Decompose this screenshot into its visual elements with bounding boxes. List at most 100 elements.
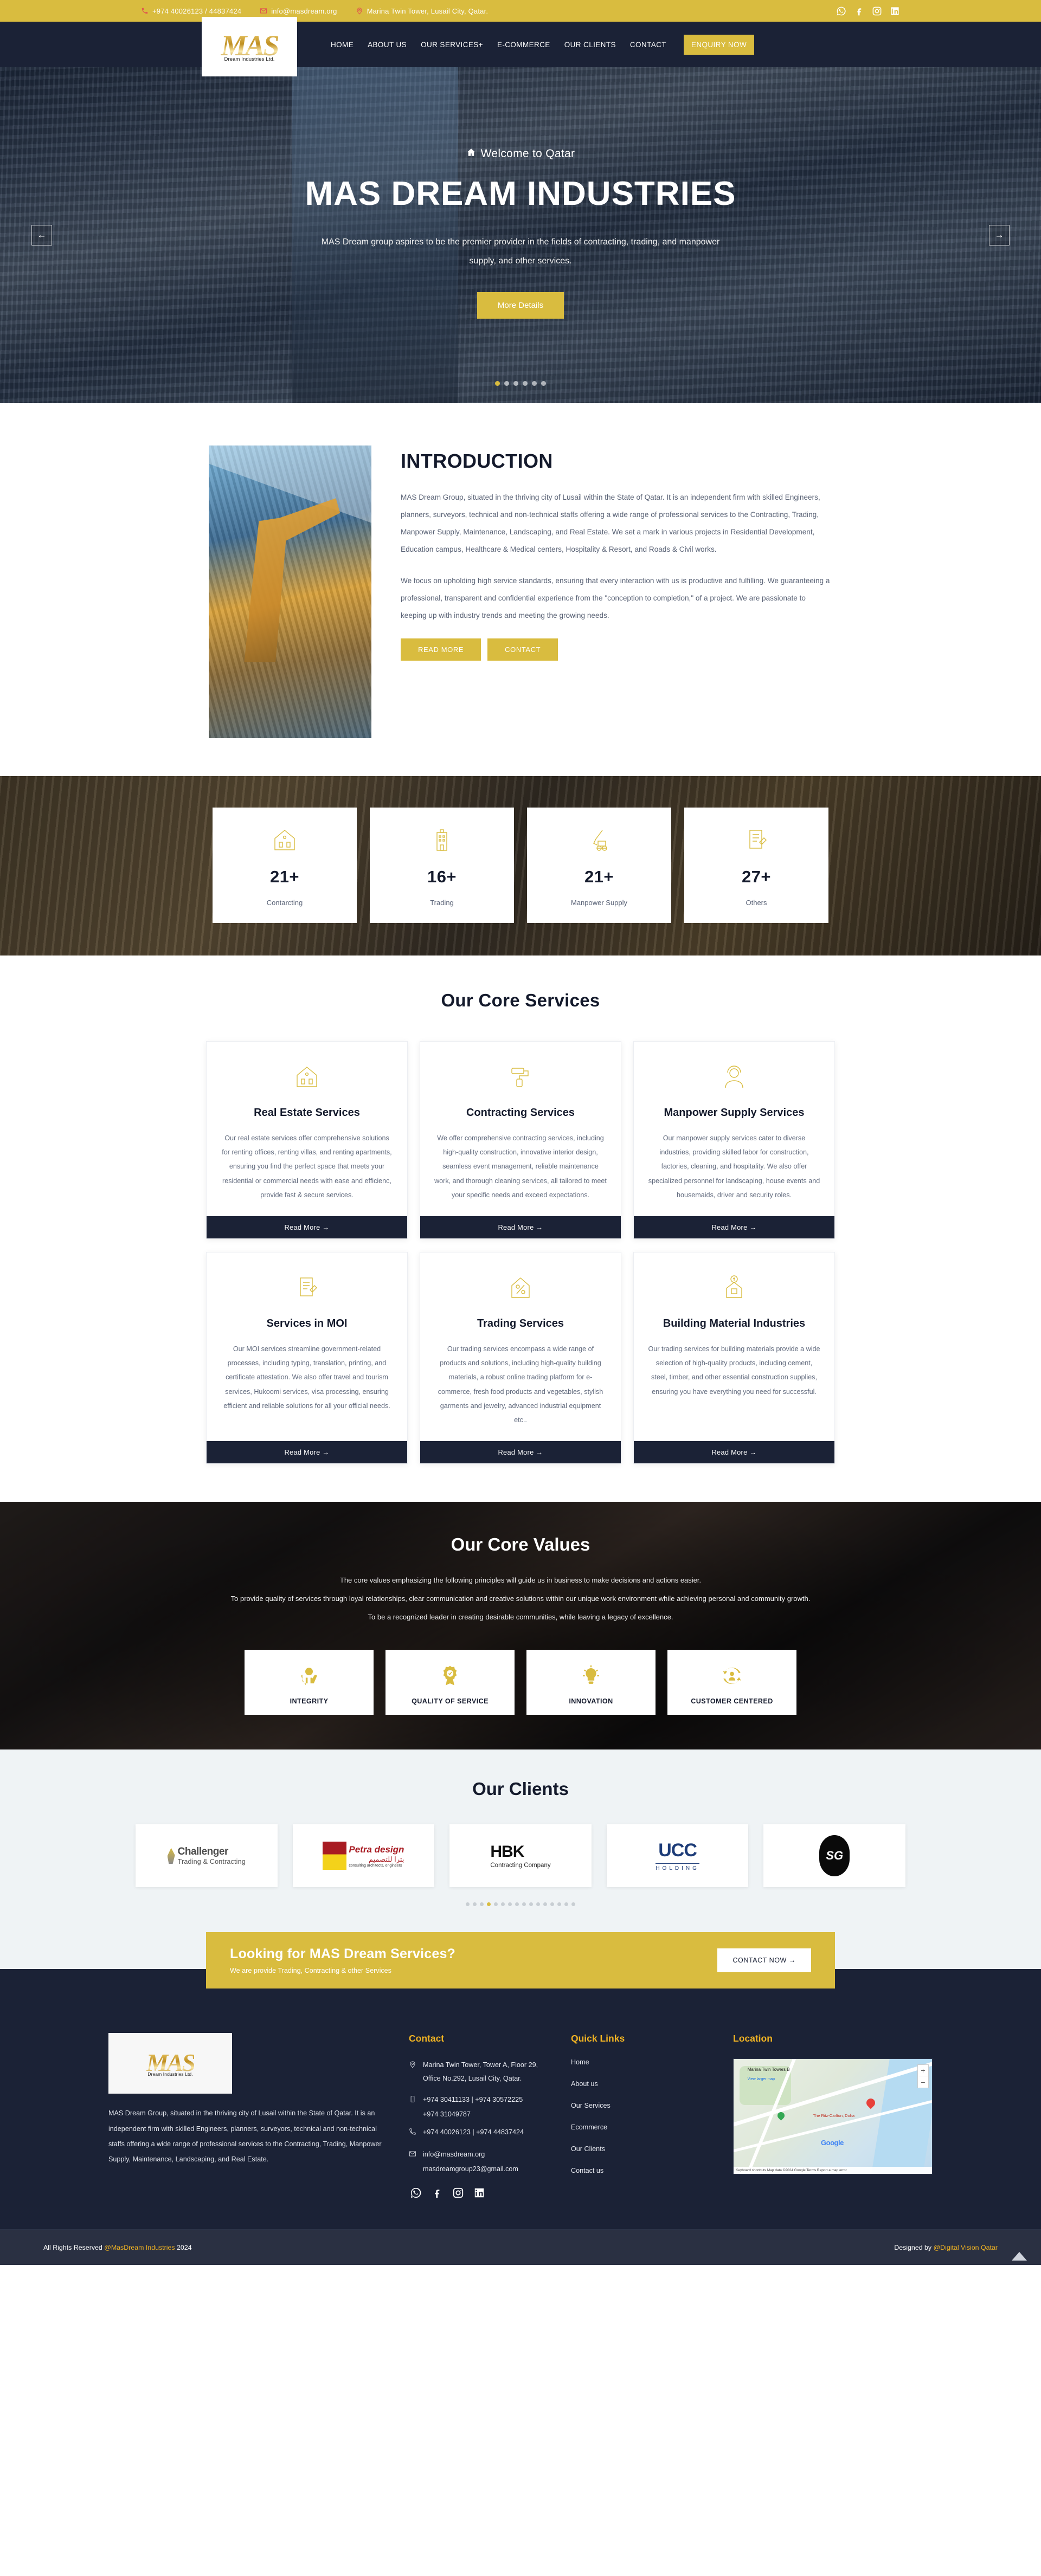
hero-subtitle: MAS Dream group aspires to be the premie… bbox=[321, 237, 720, 266]
contact-button[interactable]: CONTACT bbox=[487, 638, 558, 661]
google-logo: Google bbox=[821, 2138, 844, 2147]
copyright-text: All Rights Reserved @MasDream Industries… bbox=[43, 2244, 192, 2251]
client-dot[interactable] bbox=[536, 1902, 540, 1907]
hero-more-details-button[interactable]: More Details bbox=[477, 292, 564, 319]
hero-dot[interactable] bbox=[541, 381, 546, 386]
footer-mobile-text: +974 30411133 | +974 30572225 bbox=[423, 2095, 523, 2103]
clients-pagination-dots[interactable] bbox=[0, 1902, 1041, 1907]
client-sub: HOLDING bbox=[656, 1863, 699, 1871]
map-zoom-out-button[interactable]: − bbox=[918, 2076, 928, 2088]
hero-dot[interactable] bbox=[504, 381, 509, 386]
main-navigation: MAS Dream Industries Ltd. HOME ABOUT US … bbox=[0, 17, 1041, 76]
copyright-year: 2024 bbox=[175, 2243, 192, 2251]
map-zoom-controls[interactable]: + − bbox=[917, 2064, 929, 2089]
client-dot[interactable] bbox=[501, 1902, 505, 1907]
client-dot[interactable] bbox=[487, 1902, 491, 1907]
linkedin-icon[interactable] bbox=[890, 6, 900, 16]
nav-item-home[interactable]: HOME bbox=[331, 41, 354, 49]
client-dot[interactable] bbox=[494, 1902, 498, 1907]
client-dot[interactable] bbox=[473, 1902, 477, 1907]
designed-by-prefix: Designed by bbox=[894, 2243, 934, 2251]
hero-pagination-dots[interactable] bbox=[0, 381, 1041, 386]
footer-link-home[interactable]: Home bbox=[571, 2058, 715, 2066]
client-dot[interactable] bbox=[550, 1902, 554, 1907]
service-title: Services in MOI bbox=[266, 1317, 348, 1329]
client-logo-challenger[interactable]: Challenger Trading & Contracting bbox=[136, 1824, 278, 1888]
client-dot[interactable] bbox=[515, 1902, 519, 1907]
facebook-icon[interactable] bbox=[854, 6, 864, 16]
service-title: Manpower Supply Services bbox=[664, 1107, 805, 1119]
client-dot[interactable] bbox=[543, 1902, 547, 1907]
scroll-to-top-button[interactable] bbox=[1012, 2252, 1027, 2261]
hero-dot[interactable] bbox=[523, 381, 528, 386]
enquiry-now-button[interactable]: ENQUIRY NOW bbox=[683, 34, 755, 55]
nav-item-contact[interactable]: CONTACT bbox=[630, 41, 666, 49]
footer-link-about-us[interactable]: About us bbox=[571, 2080, 715, 2088]
instagram-icon[interactable] bbox=[452, 2187, 464, 2199]
footer-phone[interactable]: +974 40026123 | +974 44837424 bbox=[409, 2126, 552, 2140]
hero-prev-arrow[interactable]: ← bbox=[31, 225, 52, 246]
footer-link-our-clients[interactable]: Our Clients bbox=[571, 2145, 715, 2153]
value-card: INTEGRITY bbox=[245, 1650, 374, 1715]
whatsapp-icon[interactable] bbox=[836, 6, 846, 16]
instagram-icon[interactable] bbox=[872, 6, 882, 16]
client-dot[interactable] bbox=[571, 1902, 575, 1907]
hero-dot[interactable] bbox=[532, 381, 537, 386]
service-read-more-button[interactable]: Read More → bbox=[420, 1216, 621, 1238]
facebook-icon[interactable] bbox=[431, 2187, 443, 2199]
client-dot[interactable] bbox=[529, 1902, 533, 1907]
whatsapp-icon[interactable] bbox=[410, 2187, 422, 2199]
footer-link-ecommerce[interactable]: Ecommerce bbox=[571, 2123, 715, 2131]
footer-link-our-services[interactable]: Our Services bbox=[571, 2102, 715, 2109]
service-read-more-button[interactable]: Read More → bbox=[634, 1441, 834, 1464]
topbar-address-text: Marina Twin Tower, Lusail City, Qatar. bbox=[367, 7, 489, 15]
nav-item-about-us[interactable]: ABOUT US bbox=[368, 41, 407, 49]
copyright-brand: @MasDream Industries bbox=[104, 2243, 175, 2251]
client-dot[interactable] bbox=[522, 1902, 526, 1907]
map-zoom-in-button[interactable]: + bbox=[918, 2065, 928, 2077]
phone-icon bbox=[141, 7, 149, 15]
client-dot[interactable] bbox=[466, 1902, 470, 1907]
copyright-prefix: All Rights Reserved bbox=[43, 2243, 105, 2251]
house-icon bbox=[218, 825, 351, 855]
nav-item-our-services[interactable]: OUR SERVICES+ bbox=[421, 41, 483, 49]
footer-mobile[interactable]: +974 30411133 | +974 30572225 bbox=[409, 2093, 552, 2108]
value-card: INNOVATION bbox=[526, 1650, 656, 1715]
stat-card: 27+ Others bbox=[684, 808, 828, 923]
client-dot[interactable] bbox=[564, 1902, 568, 1907]
designer-name[interactable]: @Digital Vision Qatar bbox=[934, 2244, 998, 2251]
service-read-more-button[interactable]: Read More → bbox=[420, 1441, 621, 1464]
service-description: Our real estate services offer comprehen… bbox=[222, 1134, 392, 1199]
service-read-more-button[interactable]: Read More → bbox=[634, 1216, 834, 1238]
footer-logo[interactable]: MAS Dream Industries Ltd. bbox=[108, 2033, 232, 2094]
service-read-more-button[interactable]: Read More → bbox=[207, 1441, 407, 1464]
client-logo-petra-design[interactable]: Petra design بترا للتصميم consulting arc… bbox=[292, 1824, 435, 1888]
linkedin-icon[interactable] bbox=[473, 2187, 485, 2199]
nav-item-e-commerce[interactable]: E-COMMERCE bbox=[497, 41, 550, 49]
client-dot[interactable] bbox=[480, 1902, 484, 1907]
client-logo-hbk[interactable]: HBK Contracting Company bbox=[449, 1824, 592, 1888]
client-dot[interactable] bbox=[557, 1902, 561, 1907]
client-logo-sg[interactable]: SG bbox=[763, 1824, 905, 1888]
hero-dot[interactable] bbox=[495, 381, 500, 386]
award-ribbon-icon bbox=[391, 1662, 509, 1690]
nav-item-our-clients[interactable]: OUR CLIENTS bbox=[564, 41, 616, 49]
hero-dot[interactable] bbox=[513, 381, 518, 386]
petra-block bbox=[323, 1842, 347, 1870]
cta-subtext: We are provide Trading, Contracting & ot… bbox=[230, 1967, 391, 1975]
client-dot[interactable] bbox=[508, 1902, 512, 1907]
map-view-larger-link[interactable]: View larger map bbox=[748, 2077, 775, 2081]
contact-now-button[interactable]: CONTACT NOW → bbox=[717, 1948, 811, 1973]
footer-email-text: info@masdream.org bbox=[423, 2150, 485, 2158]
client-logo-ucc[interactable]: UCC HOLDING bbox=[606, 1824, 749, 1888]
hero-next-arrow[interactable]: → bbox=[989, 225, 1010, 246]
footer-link-contact-us[interactable]: Contact us bbox=[571, 2167, 715, 2174]
footer-phone-text: +974 40026123 | +974 44837424 bbox=[423, 2128, 524, 2136]
site-logo[interactable]: MAS Dream Industries Ltd. bbox=[202, 17, 297, 76]
read-more-button[interactable]: READ MORE bbox=[401, 638, 481, 661]
location-map[interactable]: Marina Twin Towers B View larger map The… bbox=[733, 2058, 933, 2175]
service-read-more-button[interactable]: Read More → bbox=[207, 1216, 407, 1238]
footer-email[interactable]: info@masdream.org bbox=[409, 2148, 552, 2162]
topbar-email[interactable]: info@masdream.org bbox=[260, 7, 337, 15]
topbar-phone[interactable]: +974 40026123 / 44837424 bbox=[141, 7, 241, 15]
